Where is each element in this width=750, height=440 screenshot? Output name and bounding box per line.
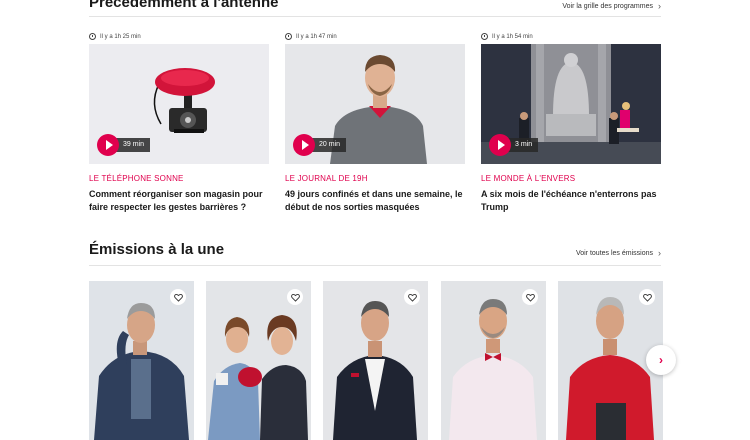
show-card[interactable] [89, 281, 194, 440]
show-card[interactable] [206, 281, 311, 440]
play-icon[interactable] [97, 134, 119, 156]
episode-ago: Il y a 1h 54 min [492, 33, 533, 40]
episode-ago: Il y a 1h 25 min [100, 33, 141, 40]
heart-icon[interactable] [170, 289, 186, 305]
episode-thumbnail[interactable]: 3 min [481, 44, 661, 164]
program-grid-link-label: Voir la grille des programmes [562, 2, 653, 10]
play-control[interactable]: 3 min [489, 134, 539, 156]
show-name[interactable]: Le téléphone sonne [89, 174, 269, 183]
episode-timestamp: Il y a 1h 47 min [285, 32, 465, 41]
episode-timestamp: Il y a 1h 54 min [481, 32, 661, 41]
carousel-next-button[interactable]: › [646, 345, 676, 375]
show-name[interactable]: Le journal de 19h [285, 174, 465, 183]
episode-timestamp: Il y a 1h 25 min [89, 32, 269, 41]
show-name[interactable]: Le monde à l'envers [481, 174, 661, 183]
recent-section-title: Précédemment à l'antenne [89, 0, 279, 11]
episode-card[interactable]: Il y a 1h 47 min 20 min Le journal de 19… [285, 32, 465, 214]
clock-icon [89, 33, 96, 40]
play-control[interactable]: 39 min [97, 134, 151, 156]
recent-section-header: Précédemment à l'antenne Voir la grille … [89, 0, 661, 11]
episode-thumbnail[interactable]: 39 min [89, 44, 269, 164]
chevron-right-icon: › [658, 1, 661, 11]
heart-icon[interactable] [639, 289, 655, 305]
show-card[interactable] [441, 281, 546, 440]
play-icon[interactable] [293, 134, 315, 156]
episode-title[interactable]: A six mois de l'échéance n'enterrons pas… [481, 188, 661, 214]
play-icon[interactable] [489, 134, 511, 156]
heart-icon[interactable] [404, 289, 420, 305]
play-control[interactable]: 20 min [293, 134, 347, 156]
heart-icon[interactable] [287, 289, 303, 305]
featured-section-title: Émissions à la une [89, 241, 225, 258]
episode-card[interactable]: Il y a 1h 25 min 39 min Le téléphone son… [89, 32, 269, 214]
all-shows-link[interactable]: Voir toutes les émissions › [576, 248, 661, 258]
episode-ago: Il y a 1h 47 min [296, 33, 337, 40]
section-divider [89, 16, 661, 17]
episode-title[interactable]: Comment réorganiser son magasin pour fai… [89, 188, 269, 214]
clock-icon [285, 33, 292, 40]
episode-title[interactable]: 49 jours confinés et dans une semaine, l… [285, 188, 465, 214]
episode-card[interactable]: Il y a 1h 54 min 3 min Le monde à l'enve… [481, 32, 661, 214]
chevron-right-icon: › [659, 353, 663, 367]
show-card[interactable] [323, 281, 428, 440]
episode-thumbnail[interactable]: 20 min [285, 44, 465, 164]
section-divider [89, 265, 661, 266]
clock-icon [481, 33, 488, 40]
heart-icon[interactable] [522, 289, 538, 305]
featured-section-header: Émissions à la une Voir toutes les émiss… [89, 241, 661, 258]
program-grid-link[interactable]: Voir la grille des programmes › [562, 1, 661, 11]
chevron-right-icon: › [658, 248, 661, 258]
all-shows-link-label: Voir toutes les émissions [575, 249, 653, 257]
